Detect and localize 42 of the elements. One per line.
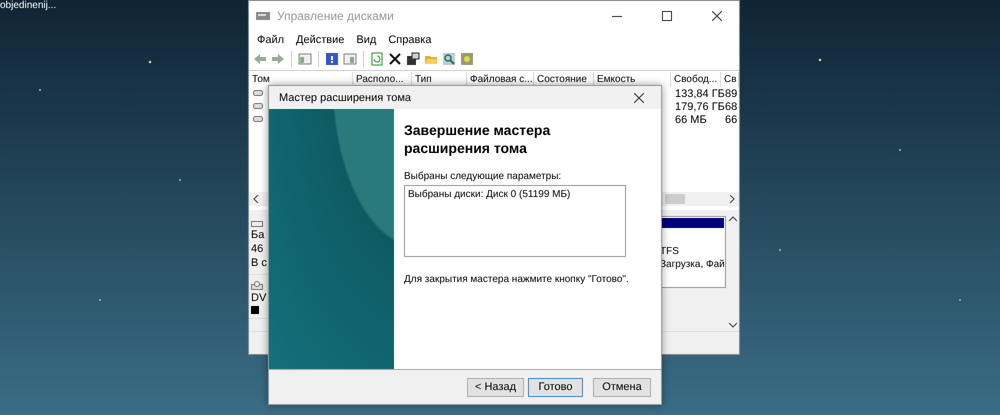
menu-item[interactable]: Справка [382,34,438,46]
menu-item[interactable]: Файл [251,34,290,46]
search-icon[interactable] [442,52,456,66]
desktop-icon-label[interactable]: objedinenij... [0,0,56,11]
vertical-scrollbar[interactable] [728,216,739,328]
disk-info-text: Ба [251,229,266,242]
scroll-down-icon[interactable] [729,322,738,328]
panel-icon[interactable] [298,52,312,66]
properties-icon[interactable] [406,52,420,66]
delete-icon[interactable] [388,52,402,66]
menu-item[interactable]: Действие [290,34,350,46]
close-icon[interactable] [634,92,644,102]
menu-item[interactable]: Вид [350,34,382,46]
refresh-icon[interactable] [370,52,384,66]
scroll-right-icon[interactable] [729,195,735,203]
column-header[interactable]: Свобод... [671,72,721,86]
params-box[interactable]: Выбраны диски: Диск 0 (51199 МБ) [404,185,626,257]
dialog-button[interactable]: < Назад [467,378,524,396]
column-header[interactable]: Св [721,72,739,86]
close-icon[interactable] [712,11,722,21]
scroll-up-icon[interactable] [729,216,738,222]
disk-info-text: В с [251,257,267,270]
disk-info-text: DV [251,292,267,305]
window-title: Управление дисками [277,9,395,23]
partition-block[interactable]: TFS Загрузка, Фай [659,216,726,288]
table-cell-text: 66 [724,114,738,126]
scroll-left-icon[interactable] [253,195,259,203]
partition-header-bar [661,218,724,228]
table-cell-text: 66 МБ [674,114,708,126]
dialog-button[interactable]: Отмена [593,378,651,396]
wizard-heading: Завершение мастера расширения тома [404,121,552,157]
disk-info-text: 46 [251,243,264,256]
panel-icon[interactable] [343,52,357,66]
partition-text: Загрузка, Фай [660,258,725,271]
maximize-icon[interactable] [662,11,672,21]
dialog-title: Мастер расширения тома [279,92,412,104]
legend-square-icon [251,306,259,314]
params-label: Выбраны следующие параметры: [404,171,562,182]
param-text: Выбраны диски: Диск 0 (51199 МБ) [408,188,572,201]
finish-hint: Для закрытия мастера нажмите кнопку "Готово". [404,274,630,285]
dialog-button[interactable]: Готово [528,378,583,396]
partition-text: TFS [660,245,680,258]
